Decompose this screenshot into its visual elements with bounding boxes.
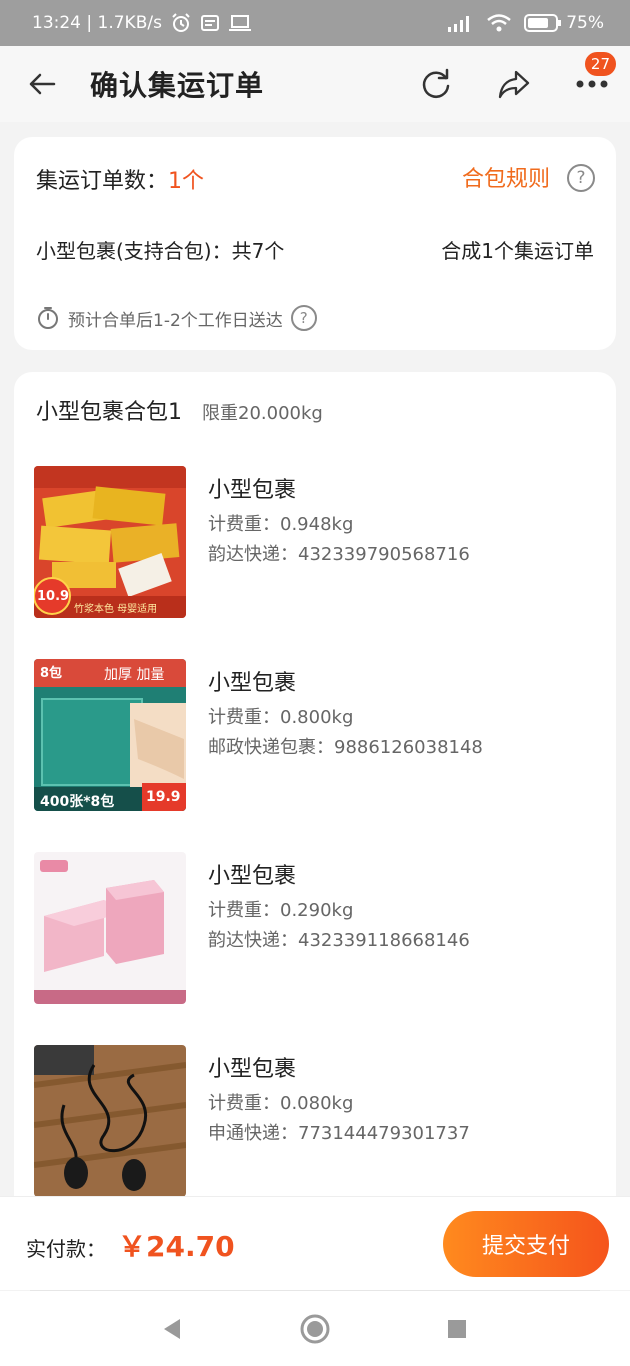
merge-rules-link[interactable]: 合包规则 (462, 161, 550, 193)
package-item[interactable]: 10.9 竹浆本色 母婴适用 小型包裹 计费重：0.948kg 韵达快递：432… (34, 466, 594, 618)
item-weight: 计费重：0.080kg (208, 1093, 354, 1114)
laptop-icon (228, 13, 252, 33)
share-icon (498, 70, 530, 99)
nav-back-icon (164, 1319, 180, 1339)
package-group-card: 小型包裹合包1 限重20.000kg 10.9 竹浆本色 母婴适用 小型包裹 计… (14, 372, 616, 1202)
more-button[interactable]: 27 (572, 50, 618, 104)
thumb-headline: 加厚 加量 (104, 667, 165, 683)
submit-payment-button[interactable]: 提交支付 (443, 1211, 609, 1277)
package-group-title: 小型包裹合包1 (36, 400, 182, 425)
product-thumbnail-eraser (34, 852, 186, 1004)
order-count-row: 集运订单数：1个 (36, 163, 204, 195)
item-name: 小型包裹 (208, 671, 297, 696)
wifi-icon (486, 13, 512, 33)
more-dots-icon (576, 80, 608, 88)
order-count-value: 1个 (168, 169, 205, 194)
payment-label: 实付款： (26, 1237, 106, 1261)
status-time: 13:24 | 1.7KB/s (32, 13, 162, 33)
item-tracking: 邮政快递包裹：9886126038148 (208, 737, 483, 758)
estimate-help-icon[interactable]: ? (290, 305, 317, 331)
package-item[interactable]: 小型包裹 计费重：0.080kg 申通快递：773144479301737 (34, 1045, 594, 1197)
battery-icon (524, 14, 562, 32)
thumb-banner-text: 竹浆本色 母婴适用 (74, 604, 158, 615)
message-badge: 27 (582, 50, 618, 78)
thumb-pack-count: 8包 (40, 666, 63, 681)
item-name: 小型包裹 (208, 864, 297, 889)
timer-icon (38, 307, 58, 329)
system-nav-bar (0, 1291, 630, 1366)
back-button[interactable] (22, 66, 62, 102)
thumb-price-tag: 19.9 (146, 789, 181, 805)
status-bar: 13:24 | 1.7KB/s 75% (0, 0, 630, 46)
nav-home-button[interactable] (297, 1311, 333, 1347)
refresh-button[interactable] (416, 64, 456, 104)
item-weight: 计费重：0.800kg (208, 707, 354, 728)
thumb-price-tag: 10.9 (37, 589, 70, 604)
thumb-sheet-count: 400张*8包 (40, 794, 115, 810)
signal-icon (446, 13, 474, 33)
refresh-icon (422, 68, 450, 98)
notification-icon (200, 13, 220, 33)
battery-level: 75% (566, 13, 604, 33)
item-name: 小型包裹 (208, 1057, 297, 1082)
package-description: 小型包裹(支持合包)：共7个 (36, 239, 285, 263)
item-tracking: 申通快递：773144479301737 (208, 1123, 470, 1144)
product-thumbnail-earphones (34, 1045, 186, 1197)
nav-back-button[interactable] (153, 1311, 189, 1347)
product-thumbnail-paper-towels: 10.9 竹浆本色 母婴适用 (34, 466, 186, 618)
nav-home-icon (300, 1314, 330, 1344)
payment-amount: ￥24.70 (118, 1230, 235, 1263)
delivery-estimate-text: 预计合单后1-2个工作日送达 (68, 310, 283, 331)
app-header: 确认集运订单 27 (0, 46, 630, 122)
rules-help-icon[interactable]: ? (567, 164, 595, 192)
item-weight: 计费重：0.948kg (208, 514, 354, 535)
product-thumbnail-tissues: 8包 加厚 加量 400张*8包 19.9 (34, 659, 186, 811)
item-tracking: 韵达快递：432339118668146 (208, 930, 470, 951)
nav-recents-icon (448, 1320, 466, 1338)
item-name: 小型包裹 (208, 478, 297, 503)
alarm-icon (170, 12, 192, 34)
package-item[interactable]: 8包 加厚 加量 400张*8包 19.9 小型包裹 计费重：0.800kg 邮… (34, 659, 594, 811)
order-count-label: 集运订单数： (36, 169, 169, 194)
item-weight: 计费重：0.290kg (208, 900, 354, 921)
battery-indicator: 75% (524, 13, 604, 33)
summary-card: 集运订单数：1个 合包规则 ? 小型包裹(支持合包)：共7个 合成1个集运订单 … (14, 137, 616, 350)
payment-bar: 实付款： ￥24.70 提交支付 (0, 1196, 630, 1290)
package-group-limit: 限重20.000kg (202, 403, 323, 424)
package-item[interactable]: 小型包裹 计费重：0.290kg 韵达快递：432339118668146 (34, 852, 594, 1004)
page-title: 确认集运订单 (90, 69, 265, 102)
nav-recents-button[interactable] (439, 1311, 475, 1347)
share-button[interactable] (494, 64, 534, 104)
merge-result: 合成1个集运订单 (441, 239, 594, 263)
item-tracking: 韵达快递：432339790568716 (208, 544, 470, 565)
delivery-estimate: 预计合单后1-2个工作日送达 ? (36, 305, 317, 331)
back-arrow-icon (29, 73, 56, 95)
package-group-header: 小型包裹合包1 限重20.000kg (36, 394, 323, 426)
